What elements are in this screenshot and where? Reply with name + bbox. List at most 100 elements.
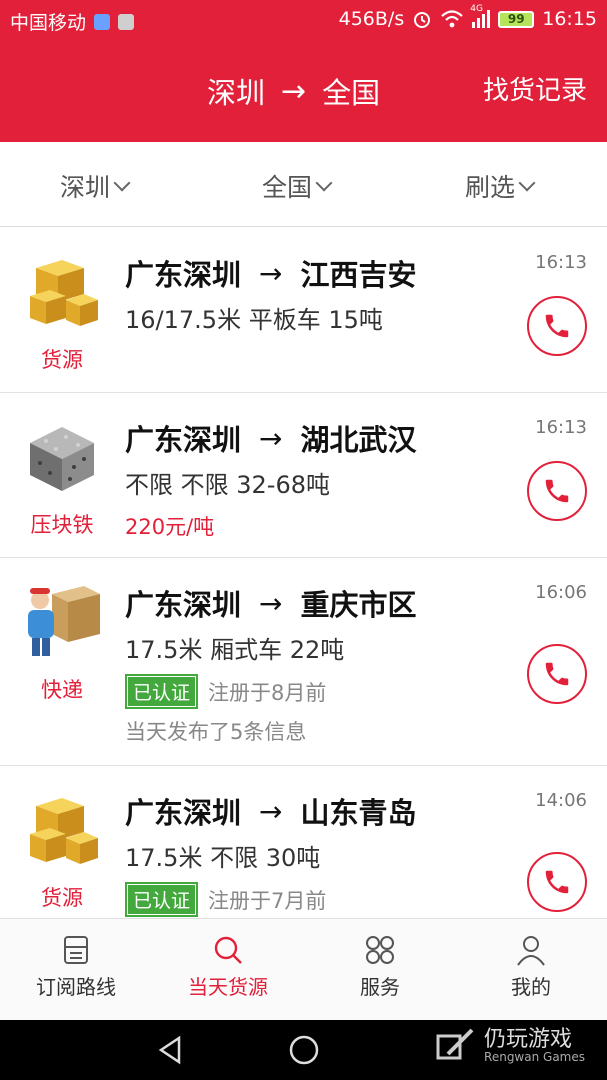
route-arrow: → <box>259 256 283 290</box>
list-item[interactable]: 货源 广东深圳 → 山东青岛 17.5米 不限 30吨 已认证 注册于7月前 1… <box>0 766 607 918</box>
item-time: 14:06 <box>535 790 587 811</box>
item-category: 快递 <box>41 678 83 702</box>
chevron-down-icon <box>518 174 536 192</box>
image-notification-icon <box>118 13 135 30</box>
call-button[interactable] <box>527 296 587 356</box>
route-from: 广东深圳 <box>125 423 242 457</box>
item-time: 16:06 <box>535 582 587 603</box>
route-arrow: → <box>281 73 307 109</box>
tab-label: 订阅路线 <box>36 975 116 999</box>
back-icon[interactable] <box>155 1034 185 1066</box>
app-header: 中国移动 456B/s 4G 99 16:15 深圳 → 全国 找货记录 <box>0 0 607 142</box>
watermark-title: 仍玩游戏 <box>484 1027 573 1053</box>
route-arrow: → <box>259 421 283 455</box>
call-button[interactable] <box>527 461 587 521</box>
tab-profile[interactable]: 我的 <box>455 933 607 1000</box>
usb-icon <box>94 13 111 30</box>
registration-age: 注册于8月前 <box>208 680 327 705</box>
destination-filter-label: 全国 <box>262 173 313 202</box>
screen-filter[interactable]: 刷选 <box>465 168 536 204</box>
origin-filter-label: 深圳 <box>60 173 111 202</box>
route-from: 广东深圳 <box>125 258 242 292</box>
alarm-icon <box>414 12 431 28</box>
call-button[interactable] <box>527 644 587 704</box>
route-to: 山东青岛 <box>300 796 417 830</box>
services-grid-icon <box>366 936 394 964</box>
item-detail: 17.5米 厢式车 22吨 <box>125 636 345 664</box>
route-selector[interactable]: 深圳 → 全国 <box>207 70 380 112</box>
tab-label: 服务 <box>360 975 400 999</box>
boxes-icon <box>30 260 98 326</box>
watermark-logo <box>436 1028 474 1060</box>
item-detail: 17.5米 不限 30吨 <box>125 844 321 872</box>
tab-today-cargo[interactable]: 当天货源 <box>152 933 304 1000</box>
watermark: 仍玩游戏 Rengwan Games <box>434 1024 585 1068</box>
item-detail: 16/17.5米 平板车 15吨 <box>125 306 383 334</box>
verified-badge: 已认证 <box>125 674 199 709</box>
route-arrow: → <box>259 794 283 828</box>
battery-icon: 99 <box>498 10 535 28</box>
tab-subscribe-route[interactable]: 订阅路线 <box>0 933 152 1000</box>
list-item[interactable]: 快递 广东深圳 → 重庆市区 17.5米 厢式车 22吨 已认证 注册于8月前 … <box>0 558 607 766</box>
search-icon <box>214 936 242 964</box>
item-category: 货源 <box>41 348 83 372</box>
route-to: 江西吉安 <box>300 258 417 292</box>
posting-count: 当天发布了5条信息 <box>125 720 307 744</box>
status-bar: 中国移动 456B/s 4G 99 16:15 <box>0 0 607 40</box>
subscribe-route-icon <box>64 936 88 964</box>
phone-icon <box>545 662 569 686</box>
system-navigation-bar: 仍玩游戏 Rengwan Games <box>0 1020 607 1080</box>
iron-block-icon <box>30 427 94 491</box>
origin-filter[interactable]: 深圳 <box>60 168 131 204</box>
route-from: 广东深圳 <box>125 796 242 830</box>
verification-line: 已认证 注册于8月前 <box>125 674 326 709</box>
chevron-down-icon <box>113 174 131 192</box>
chevron-down-icon <box>315 174 333 192</box>
filter-bar: 深圳 全国 刷选 <box>0 142 607 227</box>
phone-icon <box>545 314 569 338</box>
call-button[interactable] <box>527 852 587 912</box>
item-price: 220元/吨 <box>125 515 215 539</box>
tab-label: 我的 <box>511 975 551 999</box>
item-time: 16:13 <box>535 417 587 438</box>
wifi-icon <box>441 10 463 28</box>
screen-filter-label: 刷选 <box>465 173 516 202</box>
route-from: 广东深圳 <box>125 588 242 622</box>
profile-icon <box>517 936 545 966</box>
registration-age: 注册于7月前 <box>208 888 327 913</box>
phone-icon <box>545 479 569 503</box>
item-time: 16:13 <box>535 252 587 273</box>
item-route: 广东深圳 → 重庆市区 <box>125 582 417 624</box>
list-item[interactable]: 货源 广东深圳 → 江西吉安 16/17.5米 平板车 15吨 16:13 <box>0 228 607 393</box>
network-speed: 456B/s <box>338 8 405 30</box>
item-detail: 不限 不限 32-68吨 <box>125 471 330 499</box>
bottom-navigation: 订阅路线 当天货源 服务 我的 <box>0 918 607 1020</box>
route-to: 全国 <box>322 76 381 110</box>
phone-icon <box>545 870 569 894</box>
route-from: 深圳 <box>207 76 266 110</box>
item-category: 压块铁 <box>30 513 94 537</box>
item-category: 货源 <box>41 886 83 910</box>
clock: 16:15 <box>542 8 597 30</box>
tab-label: 当天货源 <box>188 975 268 999</box>
verified-badge: 已认证 <box>125 882 199 917</box>
item-route: 广东深圳 → 山东青岛 <box>125 790 417 832</box>
route-to: 重庆市区 <box>300 588 417 622</box>
boxes-icon <box>30 798 98 864</box>
carrier-name: 中国移动 <box>10 12 87 34</box>
verification-line: 已认证 注册于7月前 <box>125 882 326 917</box>
search-history-button[interactable]: 找货记录 <box>483 70 587 107</box>
item-route: 广东深圳 → 湖北武汉 <box>125 417 417 459</box>
signal-type: 4G <box>470 4 483 14</box>
list-item[interactable]: 压块铁 广东深圳 → 湖北武汉 不限 不限 32-68吨 220元/吨 16:1… <box>0 393 607 558</box>
tab-services[interactable]: 服务 <box>304 933 456 1000</box>
watermark-subtitle: Rengwan Games <box>484 1050 585 1065</box>
courier-icon <box>28 586 100 656</box>
destination-filter[interactable]: 全国 <box>262 168 333 204</box>
cargo-list: 货源 广东深圳 → 江西吉安 16/17.5米 平板车 15吨 16:13 压块… <box>0 228 607 918</box>
home-icon[interactable] <box>287 1033 321 1067</box>
item-route: 广东深圳 → 江西吉安 <box>125 252 417 294</box>
signal-icon: 4G <box>470 4 491 28</box>
route-to: 湖北武汉 <box>300 423 417 457</box>
route-arrow: → <box>259 586 283 620</box>
